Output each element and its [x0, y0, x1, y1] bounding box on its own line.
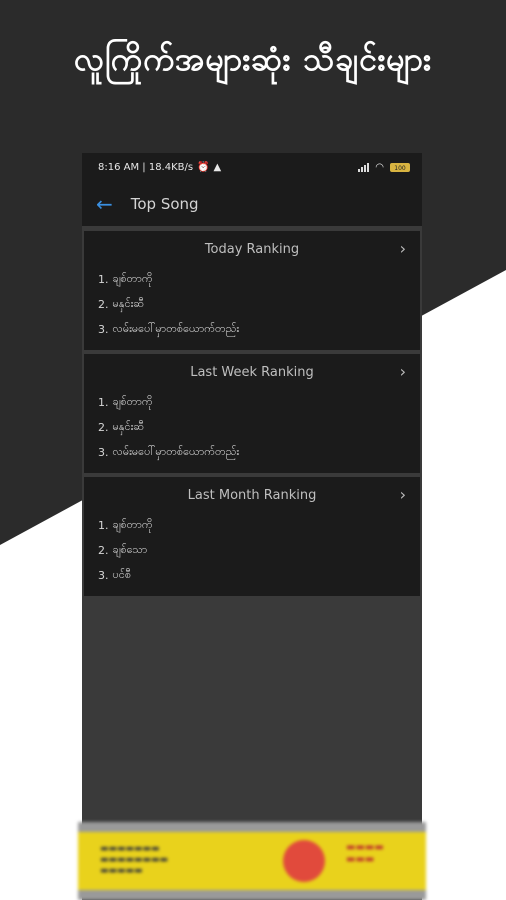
list-item[interactable]: 2. ချစ်သော [98, 538, 406, 563]
ad-red-text: ▬▬▬▬ ▬▬▬ [346, 842, 384, 865]
card-spacer [98, 465, 406, 473]
item-number: 3. [98, 446, 109, 459]
status-right: ◠ 100 [358, 162, 410, 173]
card-spacer [98, 342, 406, 350]
list-item[interactable]: 3. ပင်စီ [98, 563, 406, 588]
item-number: 1. [98, 273, 109, 286]
ranking-title: Last Week Ranking [190, 364, 314, 380]
signal-icon [358, 162, 370, 172]
wifi-icon: ◠ [375, 161, 384, 173]
toolbar-title: Top Song [130, 194, 199, 213]
ad-banner[interactable]: ▬▬▬▬▬▬▬ ▬▬▬▬▬▬▬▬ ▬▬▬▬▬ ▬▬▬▬ ▬▬▬ [78, 822, 426, 900]
ranking-header-today[interactable]: Today Ranking › [98, 231, 406, 267]
ad-border-bottom [78, 890, 426, 900]
song-name: ချစ်တာကို [112, 394, 153, 408]
chevron-right-icon: › [399, 239, 406, 258]
item-number: 3. [98, 569, 109, 582]
item-number: 2. [98, 298, 109, 311]
phone-screen: 8:16 AM | 18.4KB/s ⏰ ▲ ◠ 100 ← Top Song … [82, 153, 422, 900]
list-item[interactable]: 3. လမ်းမပေါ်မှာတစ်ယောက်တည်း [98, 317, 406, 342]
song-name: ချစ်တာကို [112, 271, 153, 285]
ranking-header-last-month[interactable]: Last Month Ranking › [98, 477, 406, 513]
status-left: 8:16 AM | 18.4KB/s ⏰ ▲ [98, 162, 221, 173]
status-time: 8:16 AM | 18.4KB/s [98, 161, 194, 173]
ranking-list: Today Ranking › 1. ချစ်တာကို 2. မနှင်းဆီ… [82, 226, 422, 596]
song-name: ပင်စီ [112, 567, 132, 581]
item-number: 1. [98, 396, 109, 409]
list-item[interactable]: 1. ချစ်တာကို [98, 267, 406, 292]
list-item[interactable]: 2. မနှင်းဆီ [98, 415, 406, 440]
item-number: 2. [98, 544, 109, 557]
ad-logo-circle [283, 840, 325, 882]
song-name: မနှင်းဆီ [112, 419, 145, 433]
song-name: လမ်းမပေါ်မှာတစ်ယောက်တည်း [112, 444, 240, 458]
song-name: မနှင်းဆီ [112, 296, 145, 310]
item-number: 2. [98, 421, 109, 434]
list-item[interactable]: 2. မနှင်းဆီ [98, 292, 406, 317]
item-number: 3. [98, 323, 109, 336]
song-name: ချစ်သော [112, 542, 148, 556]
alarm-icon: ⏰ [197, 161, 210, 173]
chevron-right-icon: › [399, 485, 406, 504]
card-spacer [98, 588, 406, 596]
chevron-right-icon: › [399, 362, 406, 381]
battery-icon: 100 [390, 162, 410, 172]
item-number: 1. [98, 519, 109, 532]
toolbar: ← Top Song [82, 181, 422, 226]
ranking-title: Last Month Ranking [187, 487, 317, 503]
list-item[interactable]: 3. လမ်းမပေါ်မှာတစ်ယောက်တည်း [98, 440, 406, 465]
list-item[interactable]: 1. ချစ်တာကို [98, 390, 406, 415]
ranking-card-today: Today Ranking › 1. ချစ်တာကို 2. မနှင်းဆီ… [84, 231, 420, 350]
ranking-card-last-month: Last Month Ranking › 1. ချစ်တာကို 2. ချစ… [84, 477, 420, 596]
song-name: ချစ်တာကို [112, 517, 153, 531]
ad-border-top [78, 822, 426, 832]
banner-title: လူကြိုက်အများဆုံး သီချင်းများ [74, 40, 432, 78]
arrow-left-icon[interactable]: ← [96, 194, 113, 214]
status-bar: 8:16 AM | 18.4KB/s ⏰ ▲ ◠ 100 [82, 153, 422, 181]
warning-icon: ▲ [213, 161, 222, 173]
ranking-title: Today Ranking [204, 241, 300, 257]
song-name: လမ်းမပေါ်မှာတစ်ယောက်တည်း [112, 321, 240, 335]
ranking-header-last-week[interactable]: Last Week Ranking › [98, 354, 406, 390]
list-item[interactable]: 1. ချစ်တာကို [98, 513, 406, 538]
ad-text-block: ▬▬▬▬▬▬▬ ▬▬▬▬▬▬▬▬ ▬▬▬▬▬ [100, 844, 169, 876]
ranking-card-last-week: Last Week Ranking › 1. ချစ်တာကို 2. မနှင… [84, 354, 420, 473]
